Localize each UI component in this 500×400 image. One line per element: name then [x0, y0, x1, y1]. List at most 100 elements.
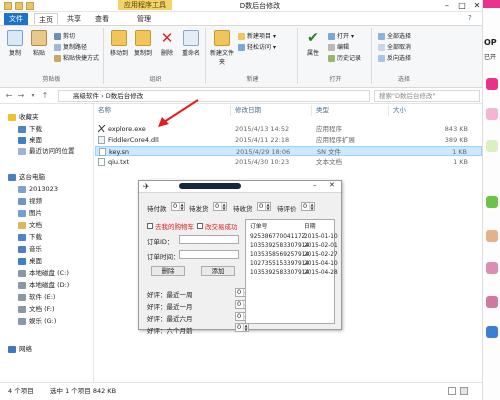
tiles-view-icon[interactable] — [460, 387, 468, 395]
nav-downloads-pc[interactable]: 下载 — [18, 232, 42, 243]
spinner-arrows-icon[interactable]: ▲▼ — [265, 203, 270, 210]
nav-favorites[interactable]: 收藏夹 — [8, 112, 39, 123]
cut-button[interactable]: 剪切 — [54, 32, 75, 41]
nav-desktop[interactable]: 桌面 — [18, 135, 42, 146]
minimize-button[interactable]: – — [440, 0, 454, 11]
pending-payment-spinner[interactable]: 0 ▲ ▼ — [171, 202, 185, 211]
file-row-selected[interactable]: key.sn 2015/4/29 18:06 SN 文件 1 KB — [95, 146, 482, 156]
cart-checkbox[interactable]: 去我的购物车 — [147, 221, 194, 231]
order-list[interactable]: 订单号 日期 92538677004117Z 2015-01-10 103539… — [245, 219, 338, 324]
nav-disk-f[interactable]: 文档 (F:) — [18, 304, 55, 315]
nav-music[interactable]: 音乐 — [18, 244, 42, 255]
easy-access-button[interactable]: 轻松访问 ▾ — [238, 43, 276, 52]
nav-documents[interactable]: 文档 — [18, 220, 42, 231]
spinner-arrows-icon[interactable]: ▲▼ — [221, 203, 226, 210]
review-older-spinner[interactable]: 0 ▲ ▼ — [235, 323, 249, 332]
history-button[interactable]: 历史记录 — [328, 54, 361, 63]
order-list-item[interactable]: 1035392583307914 2015-02-01 — [250, 242, 338, 250]
annotation-arrow-icon — [158, 99, 199, 127]
order-list-item[interactable]: 92538677004117Z 2015-01-10 — [250, 233, 338, 241]
select-none-button[interactable]: 全部取消 — [378, 43, 411, 52]
minimize-button[interactable]: – — [313, 181, 317, 189]
new-folder-button[interactable]: 新建文件夹 — [210, 30, 234, 66]
new-item-button[interactable]: 新建项目 ▾ — [238, 32, 276, 41]
file-row[interactable]: FiddlerCore4.dll 2015/4/11 22:18 应用程序扩展 … — [95, 135, 482, 145]
order-time-input[interactable] — [179, 250, 239, 259]
delete-button[interactable]: ✕ 删除 — [156, 30, 178, 57]
nav-disk-g[interactable]: 娱乐 (G:) — [18, 316, 56, 327]
breadcrumb[interactable]: 高级软件 › D数后台修改 — [58, 90, 370, 102]
copy-button[interactable]: 复制 — [4, 30, 26, 57]
avatar[interactable] — [486, 296, 498, 308]
trade-success-checkbox[interactable]: 改交易成功 — [197, 221, 238, 231]
open-button[interactable]: 打开 ▾ — [328, 32, 354, 41]
address-bar: ← → ▾ ↑ 高级软件 › D数后台修改 搜索"D数后台修改" — [0, 88, 482, 104]
column-header-date[interactable]: 修改日期 — [232, 105, 312, 116]
tab-share[interactable]: 共享 — [62, 13, 86, 25]
nav-downloads[interactable]: 下载 — [18, 124, 42, 135]
avatar[interactable] — [486, 230, 498, 242]
nav-disk-d[interactable]: 本地磁盘 (D:) — [18, 280, 69, 291]
side-app-icon[interactable] — [486, 196, 498, 208]
tab-manage[interactable]: 管理 — [130, 13, 158, 25]
paste-shortcut-button[interactable]: 粘贴快捷方式 — [54, 54, 99, 63]
nav-network[interactable]: 网络 — [8, 344, 32, 355]
quick-folder-icon[interactable] — [26, 2, 34, 10]
add-button[interactable]: 添加 — [201, 266, 235, 276]
order-list-item[interactable]: 1035358569257914 2015-02-27 — [250, 251, 338, 259]
select-all-button[interactable]: 全部选择 — [378, 32, 411, 41]
quick-folder-icon[interactable] — [4, 2, 12, 10]
help-icon[interactable]: ? — [468, 14, 472, 22]
quick-access-toolbar[interactable] — [4, 2, 64, 10]
search-input[interactable]: 搜索"D数后台修改" — [374, 90, 480, 102]
up-arrow-icon[interactable]: ↑ — [40, 91, 50, 101]
avatar[interactable] — [486, 108, 498, 120]
spinner-arrows-icon[interactable]: ▲▼ — [179, 203, 184, 210]
select-none-icon — [378, 44, 385, 51]
order-list-item[interactable]: 1027355153397914 2015-04-10 — [250, 260, 338, 268]
column-header-size[interactable]: 大小 — [390, 105, 470, 116]
spinner-arrows-icon[interactable]: ▲▼ — [309, 203, 314, 210]
back-arrow-icon[interactable]: ← — [4, 91, 14, 101]
quick-folder-icon[interactable] — [15, 2, 23, 10]
delete-button[interactable]: 删除 — [151, 266, 185, 276]
recent-dropdown-icon[interactable]: ▾ — [28, 91, 38, 101]
tab-view[interactable]: 查看 — [90, 13, 114, 25]
pending-review-spinner[interactable]: 0 ▲ ▼ — [301, 202, 315, 211]
copy-to-button[interactable]: 复制到 — [132, 30, 154, 57]
copy-path-button[interactable]: 复制路径 — [54, 43, 87, 52]
invert-selection-button[interactable]: 反向选择 — [378, 54, 411, 63]
tab-home[interactable]: 主页 — [34, 13, 58, 25]
properties-button[interactable]: ✔ 属性 — [302, 30, 324, 57]
side-app-icon[interactable] — [486, 78, 498, 90]
pending-receipt-spinner[interactable]: 0 ▲ ▼ — [257, 202, 271, 211]
forward-arrow-icon[interactable]: → — [16, 91, 26, 101]
side-app-icon[interactable] — [486, 326, 498, 338]
nav-videos[interactable]: 视频 — [18, 196, 42, 207]
close-button[interactable]: ✕ — [329, 181, 335, 189]
move-to-button[interactable]: 移动到 — [108, 30, 130, 57]
nav-desktop-pc[interactable]: 桌面 — [18, 256, 42, 267]
order-list-item[interactable]: 1035392583307914 2015-04-28 — [250, 269, 338, 277]
details-view-icon[interactable] — [448, 387, 456, 395]
tab-file[interactable]: 文件 — [4, 13, 28, 25]
paste-button[interactable]: 粘贴 — [28, 30, 50, 57]
star-icon — [8, 114, 16, 121]
column-header-type[interactable]: 类型 — [313, 105, 389, 116]
pending-shipment-spinner[interactable]: 0 ▲ ▼ — [213, 202, 227, 211]
nav-disk-c[interactable]: 本地磁盘 (C:) — [18, 268, 69, 279]
maximize-button[interactable]: □ — [455, 0, 469, 11]
avatar[interactable] — [486, 262, 498, 274]
nav-this-pc[interactable]: 这台电脑 — [8, 172, 45, 183]
order-id-input[interactable] — [179, 235, 239, 244]
nav-recent[interactable]: 最近访问的位置 — [18, 146, 75, 157]
nav-pictures[interactable]: 图片 — [18, 208, 42, 219]
spinner-arrows-icon[interactable]: ▲▼ — [243, 324, 248, 331]
nav-2013023[interactable]: 2013023 — [18, 184, 58, 195]
side-app-icon[interactable] — [486, 140, 498, 152]
file-row[interactable]: qiu.txt 2015/4/30 10:23 文本文档 1 KB — [95, 157, 482, 167]
side-app-header — [483, 0, 500, 8]
nav-disk-e[interactable]: 软件 (E:) — [18, 292, 55, 303]
rename-button[interactable]: 重命名 — [180, 30, 202, 57]
edit-button[interactable]: 编辑 — [328, 43, 349, 52]
